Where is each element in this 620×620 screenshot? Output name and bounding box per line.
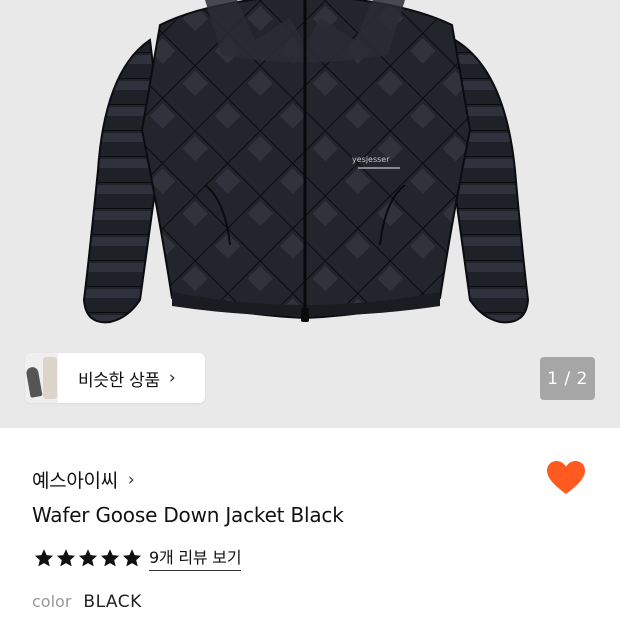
image-pager: 1 / 2	[540, 357, 595, 400]
color-value: BLACK	[83, 592, 142, 612]
brand-link[interactable]: 예스아이씨 ›	[32, 466, 135, 493]
star-icon	[56, 548, 76, 566]
product-image-area[interactable]: yesjesser 비슷한 상품 › 1 / 2	[0, 0, 620, 428]
color-label: color	[32, 592, 72, 611]
rating-row: 9개 리뷰 보기	[33, 544, 242, 571]
product-info: 예스아이씨 › Wafer Goose Down Jacket Black 9개…	[0, 428, 620, 620]
similar-products-label: 비슷한 상품	[78, 370, 160, 391]
product-name: Wafer Goose Down Jacket Black	[32, 503, 344, 527]
heart-icon[interactable]	[546, 460, 586, 496]
chevron-right-icon: ›	[127, 469, 135, 490]
star-icon	[34, 548, 54, 566]
star-icon	[100, 548, 120, 566]
star-icon	[122, 548, 142, 566]
star-icon	[78, 548, 98, 566]
similar-products-button[interactable]: 비슷한 상품 ›	[25, 353, 205, 403]
similar-product-thumbnail	[25, 353, 58, 403]
brand-name: 예스아이씨	[32, 470, 118, 492]
review-link[interactable]: 9개 리뷰 보기	[149, 544, 242, 571]
jacket-print-text: yesjesser	[352, 155, 390, 164]
color-row: color BLACK	[32, 592, 142, 612]
rating-stars	[33, 547, 143, 569]
chevron-right-icon: ›	[168, 368, 176, 388]
